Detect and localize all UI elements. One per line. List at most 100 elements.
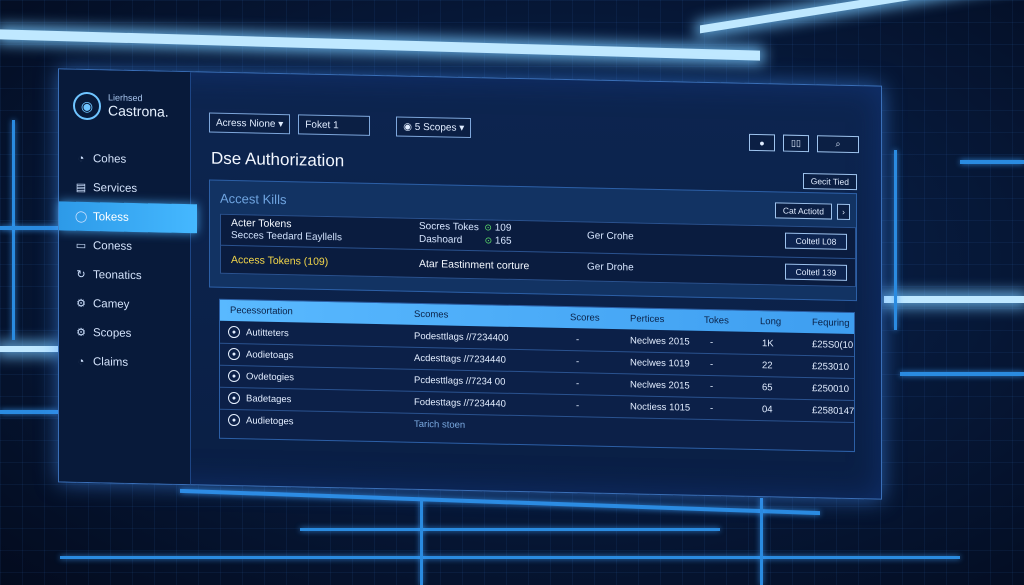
access-row-mid-value: 109 xyxy=(494,222,512,234)
access-row-status: Ger Drohe xyxy=(587,261,634,274)
search-icon: ⌕ xyxy=(835,138,841,149)
background-trace xyxy=(0,226,58,230)
row-freq: £2580147 xyxy=(812,405,855,418)
row-scope: Podesttlags //7234400 xyxy=(414,330,509,344)
background-light-bar xyxy=(0,346,58,352)
row-period: Neclwes 1019 xyxy=(630,357,690,370)
scopes-select-value: 5 Scopes xyxy=(414,121,457,134)
view-toggle-button[interactable]: ▯▯ xyxy=(783,134,809,153)
refresh-icon: ↻ xyxy=(76,268,86,281)
building-icon: ▤ xyxy=(75,181,87,194)
page-title: Dse Authorization xyxy=(211,148,345,171)
info-button[interactable]: ● xyxy=(749,133,775,152)
app-window: ◉ Lierhsed Castrona. ◔ Cohes ▤ Services ◯ T… xyxy=(58,68,882,500)
background-trace xyxy=(760,498,763,585)
row-scope: Fodesttags //7234440 xyxy=(414,396,506,410)
row-name: Autitteters xyxy=(246,327,289,340)
column-header: Pertices xyxy=(630,313,665,326)
column-header: Scomes xyxy=(414,308,449,321)
background-trace xyxy=(894,150,897,330)
row-long: 04 xyxy=(762,404,773,416)
sidebar: ◉ Lierhsed Castrona. ◔ Cohes ▤ Services ◯ T… xyxy=(59,69,197,485)
sidebar-item-label: Scopes xyxy=(93,326,132,340)
background-trace xyxy=(300,528,720,531)
row-name: Audietoges xyxy=(246,415,294,428)
sidebar-item-cohes[interactable]: ◔ Cohes xyxy=(59,143,197,175)
row-scope: Tarich stoen xyxy=(414,418,466,431)
row-freq: £25S0(10 xyxy=(812,339,854,352)
clock-icon: ◔ xyxy=(77,152,85,165)
row-period: Neclwes 2015 xyxy=(630,379,690,392)
row-period: Neclwes 2015 xyxy=(630,335,690,348)
access-row-button[interactable]: Coltetl 139 xyxy=(785,263,847,281)
next-button[interactable]: › xyxy=(837,203,850,220)
access-row-mid-label: Dashoard xyxy=(419,233,463,246)
clock-icon: ◔ xyxy=(77,355,85,368)
background-trace xyxy=(0,410,58,414)
row-scope: Acdesttags //7234440 xyxy=(414,352,506,366)
column-header: Pecessortation xyxy=(230,304,293,318)
brand-name: Castrona. xyxy=(108,102,169,120)
row-score: - xyxy=(576,356,580,368)
search-button[interactable]: ⌕ xyxy=(817,135,859,154)
row-long: 1K xyxy=(762,338,774,350)
gear-icon: ⚙ xyxy=(76,326,86,339)
sidebar-item-services[interactable]: ▤ Services xyxy=(59,172,197,204)
row-tokes: - xyxy=(710,359,714,371)
sidebar-item-scopes[interactable]: ⚙ Scopes xyxy=(59,317,197,349)
toolbar-right: ● ▯▯ ⌕ xyxy=(749,133,859,154)
sidebar-item-label: Coness xyxy=(93,239,132,253)
background-trace xyxy=(960,160,1024,164)
background-trace xyxy=(900,372,1024,376)
column-header: Tokes xyxy=(704,314,729,327)
row-tokes: - xyxy=(710,337,714,349)
background-trace xyxy=(60,556,960,559)
check-icon: ⊙ xyxy=(484,222,492,233)
chevron-down-icon: ▾ xyxy=(456,122,465,134)
row-period: Noctiess 1015 xyxy=(630,401,691,414)
row-long: 22 xyxy=(762,360,773,372)
column-header: Long xyxy=(760,316,782,328)
row-tokes: - xyxy=(710,381,714,393)
access-row-button[interactable]: Coltetl L08 xyxy=(785,232,847,250)
sidebar-item-camey[interactable]: ⚙ Camey xyxy=(59,288,197,320)
scopes-table: Pecessortation Scomes Scores Pertices To… xyxy=(219,298,855,453)
sidebar-item-claims[interactable]: ◔ Claims xyxy=(59,346,197,378)
grid-icon: ▯▯ xyxy=(791,137,801,148)
sidebar-item-label: Services xyxy=(93,181,138,195)
panel-title: Accest Kills xyxy=(220,190,287,208)
check-icon: ⊙ xyxy=(484,234,493,245)
chevron-down-icon: ▾ xyxy=(275,118,284,130)
target-icon: ● xyxy=(228,413,240,427)
brand: ◉ Lierhsed Castrona. xyxy=(73,91,169,122)
toolbar: Acress Nione ▾ Foket 1 ◉ 5 Scopes ▾ xyxy=(209,112,472,139)
row-name: Aodietoags xyxy=(246,349,294,362)
access-row-name: Access Tokens (109) xyxy=(231,253,329,269)
row-freq: £250010 xyxy=(812,383,849,395)
target-icon: ● xyxy=(228,325,240,339)
access-select-value: Acress Nione xyxy=(216,117,276,130)
sidebar-item-label: Camey xyxy=(93,297,130,311)
sidebar-nav: ◔ Cohes ▤ Services ◯ Tokess ▭ Coness ↻ Teonat… xyxy=(59,143,197,378)
background-trace xyxy=(12,120,15,340)
gecit-tied-button[interactable]: Gecit Tied xyxy=(802,172,857,191)
sidebar-item-tokess[interactable]: ◯ Tokess xyxy=(59,201,197,234)
sidebar-item-teonatics[interactable]: ↻ Teonatics xyxy=(59,259,197,291)
token-input[interactable]: Foket 1 xyxy=(298,114,371,136)
background-trace xyxy=(420,500,423,585)
row-score: - xyxy=(576,400,580,412)
row-tokes: - xyxy=(710,403,714,415)
sidebar-item-label: Cohes xyxy=(93,152,127,166)
access-row-mid: Atar Eastinment corture xyxy=(419,257,530,273)
access-row-status: Ger Crohe xyxy=(587,230,634,243)
target-icon: ● xyxy=(228,347,240,361)
scopes-select[interactable]: ◉ 5 Scopes ▾ xyxy=(396,116,472,139)
cat-actiotd-button[interactable]: Cat Actiotd xyxy=(774,202,832,220)
column-header: Fequring xyxy=(812,317,850,329)
access-select[interactable]: Acress Nione ▾ xyxy=(209,112,291,135)
row-name: Ovdetogies xyxy=(246,371,295,384)
sidebar-item-coness[interactable]: ▭ Coness xyxy=(59,230,197,262)
scope-icon: ◉ xyxy=(403,121,415,133)
sidebar-item-label: Teonatics xyxy=(93,268,142,282)
card-icon: ▭ xyxy=(75,239,87,252)
